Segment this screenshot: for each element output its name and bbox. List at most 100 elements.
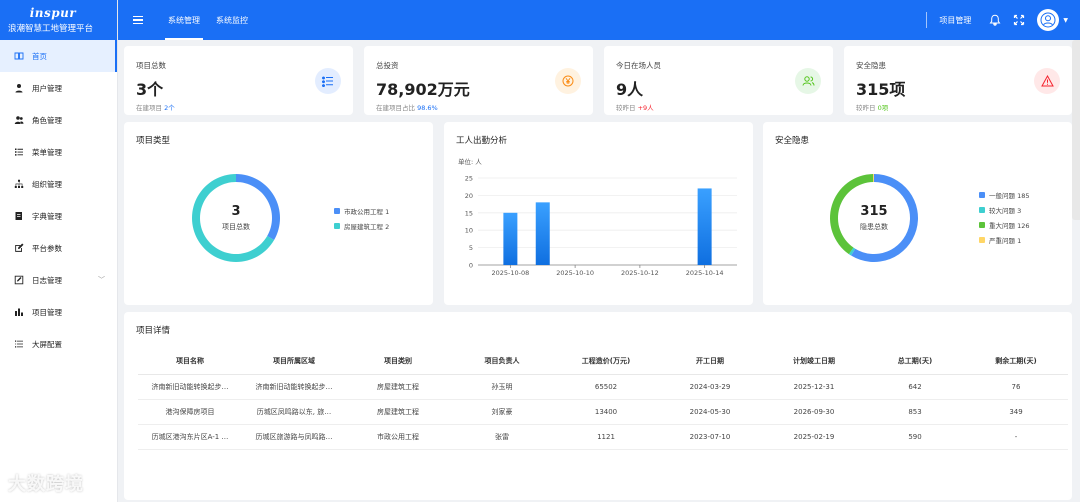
column-header[interactable]: 剩余工期(天) bbox=[964, 348, 1068, 375]
stat-value: 315项 bbox=[856, 80, 906, 99]
menu-toggle-icon[interactable] bbox=[133, 15, 143, 25]
hazard-total: 315 bbox=[860, 204, 888, 219]
sidebar-item-label: 用户管理 bbox=[32, 83, 62, 93]
safety-legend: 一般问题 185 较大问题 3 重大问题 126 严重问题 1 bbox=[979, 187, 1029, 247]
app-name: 浪潮智慧工地管理平台 bbox=[8, 24, 94, 34]
sidebar-item-params[interactable]: 平台参数 bbox=[0, 232, 117, 264]
sidebar-menu: 首页 用户管理 角色管理 菜单管理 组织管理 字典管理 平台参数 日志管理 ﹀ … bbox=[0, 40, 117, 360]
column-header[interactable]: 计划竣工日期 bbox=[762, 348, 866, 375]
stat-value: 3个 bbox=[136, 80, 164, 99]
divider bbox=[926, 12, 928, 28]
project-types-panel: 项目类型 3 项目总数 市政公用工程 1 房屋建筑工程 2 bbox=[124, 122, 433, 305]
table-row[interactable]: 港沟保障房项目 历城区凤鸣路以东, 旅… 房屋建筑工程 刘家豪 13400 20… bbox=[138, 399, 1068, 425]
column-header[interactable]: 项目负责人 bbox=[450, 348, 554, 375]
column-header[interactable]: 项目类别 bbox=[346, 348, 450, 375]
legend-item[interactable]: 重大问题 126 bbox=[979, 217, 1029, 232]
legend-item[interactable]: 市政公用工程 1 bbox=[334, 203, 389, 218]
project-management-link[interactable]: 项目管理 bbox=[939, 15, 971, 26]
stat-label: 今日在场人员 bbox=[616, 61, 661, 70]
brand: inspur 浪潮智慧工地管理平台 bbox=[0, 0, 117, 40]
avatar[interactable] bbox=[1037, 9, 1060, 31]
sidebar-item-roles[interactable]: 角色管理 bbox=[0, 104, 117, 136]
legend-item[interactable]: 房屋建筑工程 2 bbox=[334, 218, 389, 233]
project-types-legend: 市政公用工程 1 房屋建筑工程 2 bbox=[334, 203, 389, 233]
bar-2025-10-08[interactable] bbox=[503, 212, 518, 265]
donut-center: 3 项目总数 bbox=[210, 204, 262, 232]
bell-icon[interactable] bbox=[989, 14, 1001, 26]
x-tick-label: 2025-10-12 bbox=[621, 269, 659, 277]
sidebar-item-org[interactable]: 组织管理 bbox=[0, 168, 117, 200]
column-header[interactable]: 总工期(天) bbox=[866, 348, 964, 375]
inspur-logo: inspur bbox=[29, 6, 77, 20]
donut-center: 315 隐患总数 bbox=[848, 204, 900, 232]
y-tick-label: 0 bbox=[469, 262, 473, 270]
table-header-row: 项目名称 项目所属区域 项目类别 项目负责人 工程造价(万元) 开工日期 计划竣… bbox=[138, 348, 1068, 375]
list-icon bbox=[15, 148, 23, 156]
table-cell: 2024-03-29 bbox=[658, 374, 762, 400]
sidebar-item-label: 菜单管理 bbox=[32, 147, 62, 157]
tab-system-monitoring[interactable]: 系统监控 bbox=[216, 0, 248, 40]
table-cell: 历城区旅游路与凤鸣路… bbox=[242, 424, 346, 450]
table-cell: 历城区凤鸣路以东, 旅… bbox=[242, 399, 346, 425]
sidebar-item-screen-config[interactable]: 大屏配置 bbox=[0, 328, 117, 360]
log-icon bbox=[14, 275, 24, 285]
sidebar-item-label: 组织管理 bbox=[32, 179, 62, 189]
y-tick-label: 20 bbox=[465, 192, 473, 200]
table-cell: 历城区港沟东片区A-1 … bbox=[138, 424, 242, 450]
stat-card-hazards: 安全隐患 315项 较昨日 0项 bbox=[844, 46, 1072, 115]
warning-icon bbox=[1034, 68, 1060, 94]
stat-label: 安全隐患 bbox=[856, 61, 886, 70]
settings-list-icon bbox=[15, 340, 23, 348]
project-details-panel: 项目详情 项目名称 项目所属区域 项目类别 项目负责人 工程造价(万元) 开工日… bbox=[124, 312, 1072, 500]
users-icon bbox=[14, 116, 24, 124]
sidebar-item-home[interactable]: 首页 bbox=[0, 40, 117, 72]
side-toolbar-edge[interactable] bbox=[1072, 40, 1080, 220]
sidebar-item-menus[interactable]: 菜单管理 bbox=[0, 136, 117, 168]
y-tick-label: 10 bbox=[465, 227, 473, 235]
bar-2025-10-14[interactable] bbox=[697, 188, 712, 265]
watermark: 大数跨境 bbox=[8, 474, 84, 495]
fullscreen-icon[interactable] bbox=[1013, 14, 1025, 26]
table-cell: 张雷 bbox=[450, 424, 554, 450]
table-cell: 76 bbox=[964, 374, 1068, 400]
table-cell: 房屋建筑工程 bbox=[346, 399, 450, 425]
sidebar-item-label: 字典管理 bbox=[32, 211, 62, 221]
sidebar-item-label: 大屏配置 bbox=[32, 339, 62, 349]
sidebar-item-projects[interactable]: 项目管理 bbox=[0, 296, 117, 328]
table-cell: 13400 bbox=[554, 399, 658, 425]
table-cell: 房屋建筑工程 bbox=[346, 374, 450, 400]
column-header[interactable]: 开工日期 bbox=[658, 348, 762, 375]
sidebar-item-dictionary[interactable]: 字典管理 bbox=[0, 200, 117, 232]
sidebar-item-label: 角色管理 bbox=[32, 115, 62, 125]
stat-sub: 在建项目占比 98.6% bbox=[376, 104, 438, 112]
table-cell: 市政公用工程 bbox=[346, 424, 450, 450]
legend-item[interactable]: 一般问题 185 bbox=[979, 187, 1029, 202]
sidebar-item-users[interactable]: 用户管理 bbox=[0, 72, 117, 104]
legend-item[interactable]: 严重问题 1 bbox=[979, 232, 1029, 247]
stat-card-investment: 总投资 78,902万元 在建项目占比 98.6% bbox=[364, 46, 593, 115]
stat-label: 总投资 bbox=[376, 61, 399, 70]
column-header[interactable]: 工程造价(万元) bbox=[554, 348, 658, 375]
sidebar-item-logs[interactable]: 日志管理 ﹀ bbox=[0, 264, 117, 296]
table-cell: 济南新旧动能转换起步… bbox=[138, 374, 242, 400]
caret-down-icon[interactable]: ▼ bbox=[1063, 17, 1068, 24]
stat-card-projects: 项目总数 3个 在建项目 2个 bbox=[124, 46, 353, 115]
column-header[interactable]: 项目所属区域 bbox=[242, 348, 346, 375]
table-row[interactable]: 历城区港沟东片区A-1 … 历城区旅游路与凤鸣路… 市政公用工程 张雷 1121… bbox=[138, 424, 1068, 450]
tab-system-management[interactable]: 系统管理 bbox=[165, 0, 203, 40]
stat-value: 9人 bbox=[616, 80, 644, 99]
legend-item[interactable]: 较大问题 3 bbox=[979, 202, 1029, 217]
yen-icon bbox=[555, 68, 581, 94]
table-cell: 济南新旧动能转换起步… bbox=[242, 374, 346, 400]
column-header[interactable]: 项目名称 bbox=[138, 348, 242, 375]
list-icon bbox=[315, 68, 341, 94]
table-row[interactable]: 济南新旧动能转换起步… 济南新旧动能转换起步… 房屋建筑工程 孙玉明 65502… bbox=[138, 374, 1068, 400]
attendance-bar-chart: 0 5 10 15 20 25 2025-10-08 2025-10-10 2025-10-12… bbox=[465, 175, 737, 277]
x-tick-label: 2025-10-08 bbox=[491, 269, 529, 277]
project-total: 3 bbox=[231, 204, 241, 219]
stat-card-personnel: 今日在场人员 9人 较昨日 +9人 bbox=[604, 46, 833, 115]
bar-2025-10-09[interactable] bbox=[535, 202, 550, 265]
table-cell: 港沟保障房项目 bbox=[138, 399, 242, 425]
stat-sub: 较昨日 0项 bbox=[856, 104, 889, 112]
table-cell: 刘家豪 bbox=[450, 399, 554, 425]
